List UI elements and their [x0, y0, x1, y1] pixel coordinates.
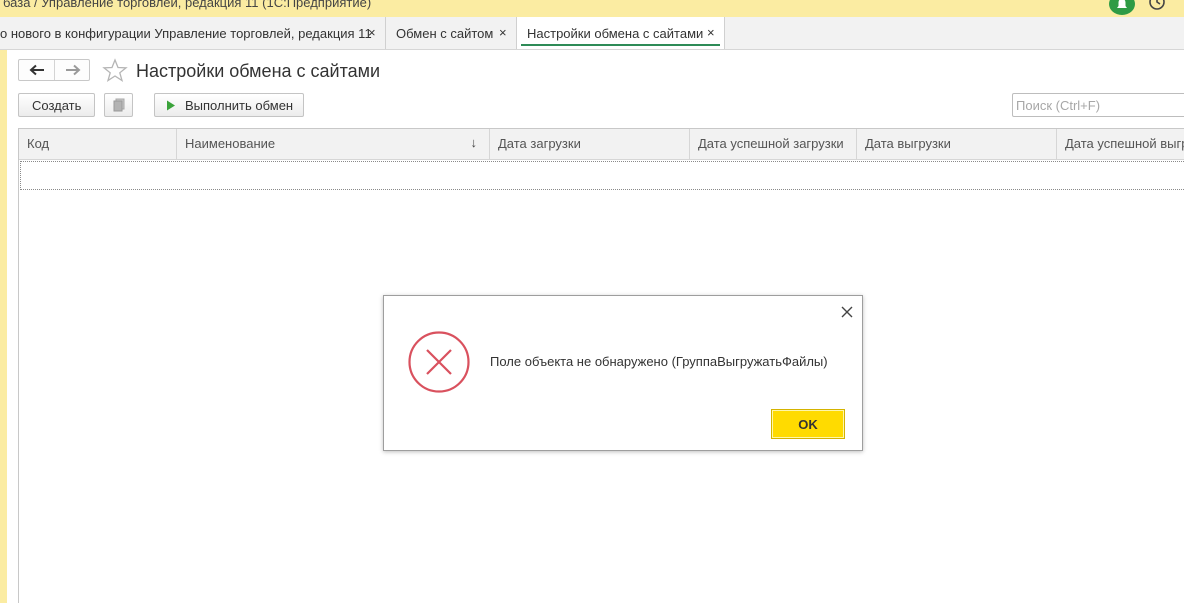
tab-label: Настройки обмена с сайтами	[527, 26, 704, 41]
tab-site-exchange-settings[interactable]: Настройки обмена с сайтами ×	[517, 17, 725, 49]
tab-bar: о нового в конфигурации Управление торго…	[0, 17, 1184, 50]
close-icon[interactable]: ×	[707, 25, 715, 40]
column-header-code[interactable]: Код	[19, 129, 177, 159]
create-button-label: Создать	[32, 98, 82, 113]
table-row[interactable]	[20, 161, 1184, 190]
run-exchange-label: Выполнить обмен	[185, 98, 294, 113]
left-panel-strip	[0, 17, 7, 603]
active-tab-indicator	[521, 44, 720, 46]
close-icon[interactable]	[841, 306, 853, 318]
column-header-load-date[interactable]: Дата загрузки	[490, 129, 690, 159]
tab-label: о нового в конфигурации Управление торго…	[0, 26, 372, 41]
app-window: база / Управление торговлей, редакция 11…	[0, 0, 1184, 603]
column-header-upload-date[interactable]: Дата выгрузки	[857, 129, 1057, 159]
error-message: Поле объекта не обнаружено (ГруппаВыгруж…	[490, 354, 828, 369]
column-header-successful-upload-date[interactable]: Дата успешной выгрузки	[1057, 129, 1184, 159]
back-arrow-icon	[29, 64, 44, 76]
ok-button-label: OK	[798, 417, 818, 432]
navigation-buttons	[18, 59, 90, 81]
window-title: база / Управление торговлей, редакция 11…	[3, 0, 372, 10]
forward-button[interactable]	[55, 60, 90, 80]
column-header-successful-load-date[interactable]: Дата успешной загрузки	[690, 129, 857, 159]
search-input[interactable]	[1012, 93, 1184, 117]
forward-arrow-icon	[66, 64, 81, 76]
copy-button[interactable]	[104, 93, 133, 117]
notification-bell-icon[interactable]	[1109, 0, 1135, 15]
run-exchange-button[interactable]: Выполнить обмен	[154, 93, 304, 117]
star-icon[interactable]	[102, 58, 128, 82]
play-icon	[167, 100, 175, 111]
error-dialog: Поле объекта не обнаружено (ГруппаВыгруж…	[383, 295, 863, 451]
history-icon[interactable]	[1147, 0, 1167, 12]
tab-whats-new[interactable]: о нового в конфигурации Управление торго…	[0, 17, 386, 49]
close-icon[interactable]: ×	[499, 25, 507, 40]
table-header: Код Наименование ↓ Дата загрузки Дата ус…	[19, 129, 1184, 160]
error-icon	[408, 331, 470, 393]
close-icon[interactable]: ×	[368, 25, 376, 40]
page-title: Настройки обмена с сайтами	[136, 61, 381, 81]
column-header-name[interactable]: Наименование ↓	[177, 129, 490, 159]
back-button[interactable]	[19, 60, 55, 80]
sort-down-icon: ↓	[470, 135, 478, 150]
ok-button[interactable]: OK	[771, 409, 845, 439]
tab-label: Обмен с сайтом	[396, 26, 494, 41]
title-bar: база / Управление торговлей, редакция 11…	[0, 0, 1184, 17]
tab-site-exchange[interactable]: Обмен с сайтом ×	[386, 17, 517, 49]
copy-icon	[113, 98, 125, 112]
create-button[interactable]: Создать	[18, 93, 95, 117]
